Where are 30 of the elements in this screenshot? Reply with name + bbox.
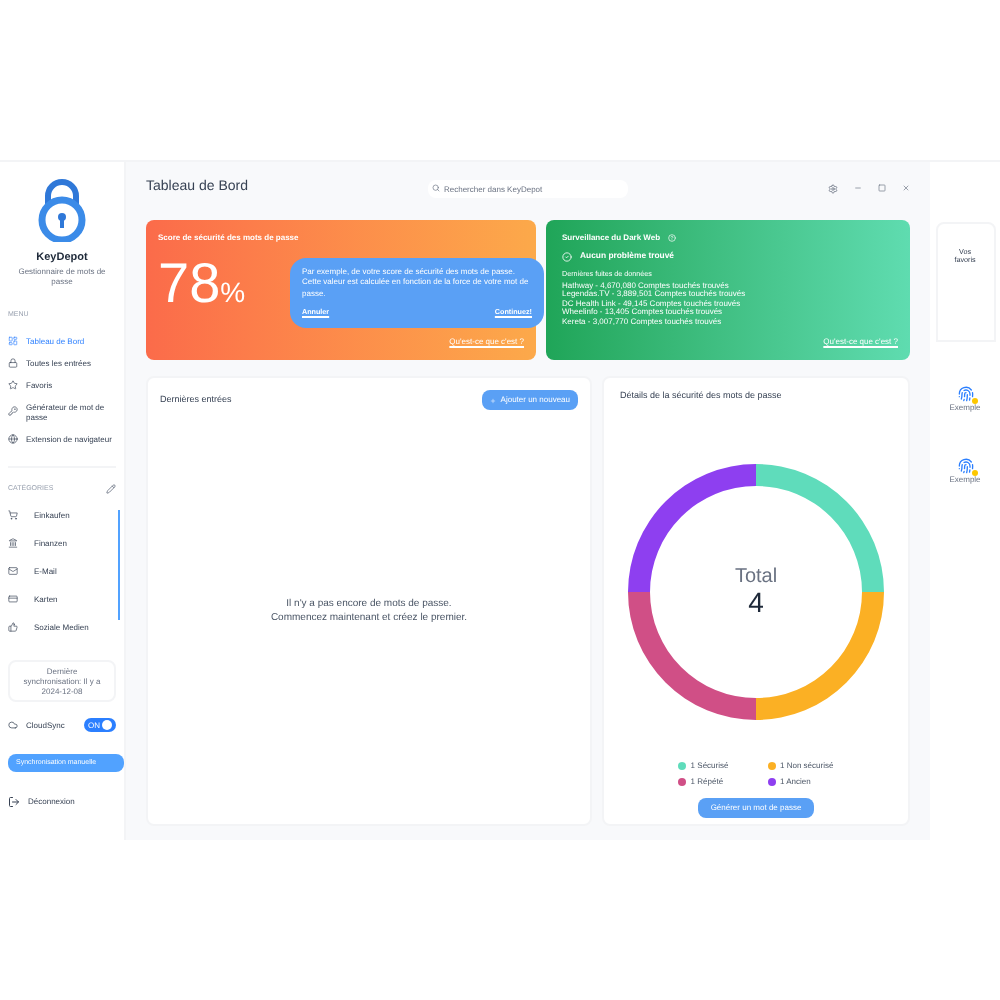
- bank-icon: [8, 538, 18, 549]
- total-value: 4: [748, 587, 764, 616]
- fingerprint-icon: [957, 386, 973, 402]
- key-icon: [8, 406, 18, 416]
- padlock-logo-icon: [34, 178, 90, 242]
- settings-icon[interactable]: [828, 183, 838, 193]
- scrollbar-thumb[interactable]: [117, 509, 120, 620]
- total-label: Total: [734, 567, 778, 588]
- logout-icon: [8, 796, 20, 808]
- card-icon: [8, 594, 18, 605]
- search-icon: [431, 184, 440, 192]
- cloud-icon: [8, 720, 18, 730]
- edit-icon[interactable]: [106, 483, 116, 494]
- plus-icon: [490, 397, 497, 403]
- score-unit: %: [220, 278, 246, 306]
- maximize-icon[interactable]: [878, 184, 886, 192]
- minimize-icon[interactable]: [854, 184, 862, 192]
- favorite-badge: [971, 398, 977, 404]
- thumbs-up-icon: [8, 622, 18, 633]
- check-icon: [562, 251, 572, 262]
- help-icon[interactable]: [668, 234, 677, 242]
- mail-icon: [8, 566, 18, 577]
- lock-icon: [8, 357, 18, 367]
- globe-icon: [8, 433, 18, 443]
- dashboard-icon: [8, 335, 18, 345]
- favorite-badge: [971, 470, 977, 476]
- score-value: 78: [158, 256, 221, 312]
- fingerprint-icon: [957, 458, 973, 474]
- cart-icon: [8, 510, 18, 521]
- star-icon: [8, 379, 18, 389]
